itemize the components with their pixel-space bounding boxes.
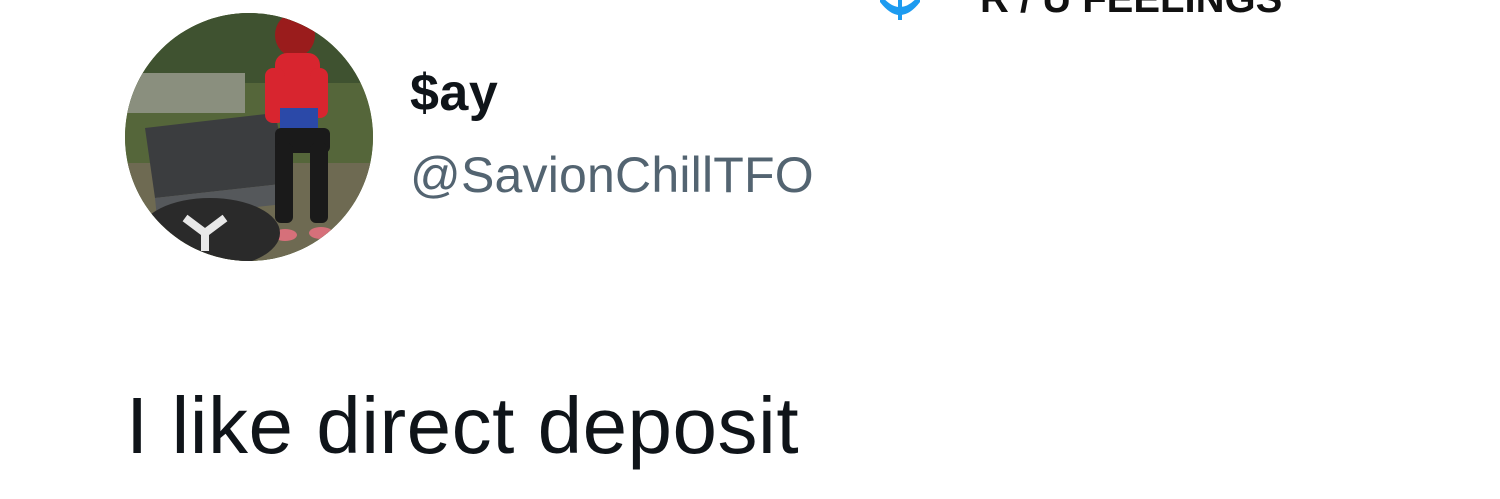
blue-logo-icon (880, 0, 920, 20)
avatar[interactable] (125, 13, 373, 261)
user-handle[interactable]: @SavionChillTFO (410, 146, 814, 204)
avatar-photo (125, 13, 373, 261)
tweet-screenshot: R / U FEELINGS (0, 0, 1500, 499)
watermark: R / U FEELINGS (870, 0, 1390, 21)
tweet-text: I like direct deposit (126, 381, 800, 470)
watermark-text: R / U FEELINGS (980, 0, 1282, 20)
display-name[interactable]: $ay (410, 63, 498, 123)
watermark-logo: R / U FEELINGS (880, 0, 1282, 21)
